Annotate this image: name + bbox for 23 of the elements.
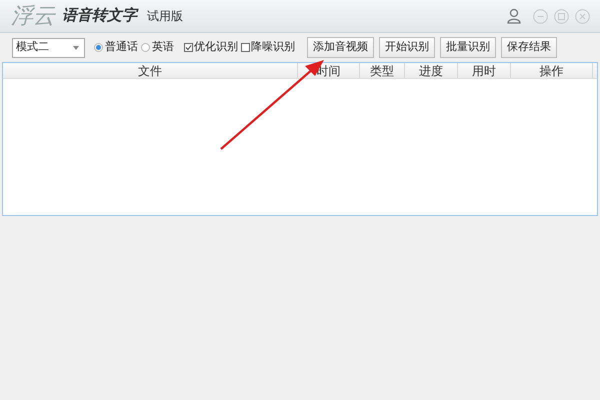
- toolbar-button[interactable]: 批量识别: [440, 37, 496, 58]
- close-icon[interactable]: [575, 8, 590, 24]
- column-header[interactable]: 类型: [360, 63, 405, 78]
- column-header[interactable]: 用时: [458, 63, 511, 78]
- language-radio[interactable]: 普通话: [94, 39, 138, 56]
- app-logo: 浮云: [11, 5, 55, 27]
- column-header[interactable]: 操作: [511, 63, 593, 78]
- user-icon[interactable]: [507, 8, 521, 24]
- option-checkbox[interactable]: 降噪识别: [241, 39, 295, 56]
- column-header[interactable]: 文件: [3, 63, 298, 78]
- toolbar-button[interactable]: 保存结果: [501, 37, 557, 58]
- edition-label: 试用版: [147, 8, 183, 25]
- check-icon: [185, 44, 192, 51]
- caret-icon: [73, 46, 79, 50]
- mode-dropdown[interactable]: 模式二: [12, 38, 85, 58]
- toolbar-button[interactable]: 开始识别: [379, 37, 435, 58]
- window-title: 语音转文字: [62, 6, 137, 26]
- toolbar-button[interactable]: 添加音视频: [307, 37, 374, 58]
- minimize-icon[interactable]: [533, 8, 548, 24]
- option-checkbox[interactable]: 优化识别: [184, 39, 238, 56]
- column-header[interactable]: 进度: [405, 63, 458, 78]
- maximize-icon[interactable]: [554, 8, 569, 24]
- language-radio[interactable]: 英语: [141, 39, 174, 56]
